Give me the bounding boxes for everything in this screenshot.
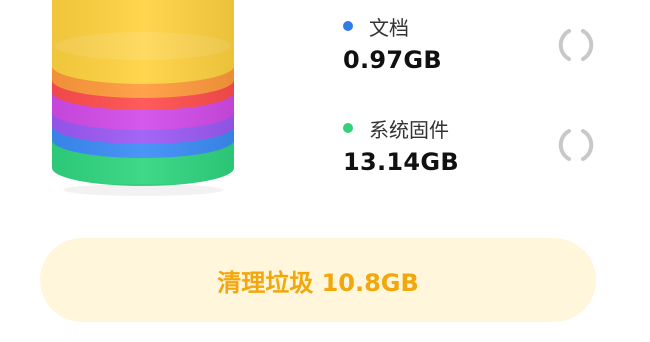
item-label: 系统固件 <box>369 117 449 142</box>
loading-spinner-icon <box>558 129 594 161</box>
storage-item-documents: 文档 0.97GB <box>343 12 442 74</box>
loading-spinner-icon <box>558 29 594 61</box>
legend-dot-blue <box>343 21 353 31</box>
item-size: 0.97GB <box>343 46 443 74</box>
legend-dot-green <box>343 123 353 133</box>
clean-junk-button[interactable]: 清理垃圾 10.8GB <box>40 238 596 322</box>
clean-junk-button-label: 清理垃圾 10.8GB <box>217 268 419 297</box>
item-label: 文档 <box>369 15 409 40</box>
item-size: 13.14GB <box>343 148 460 176</box>
storage-item-system-firmware: 系统固件 13.14GB <box>343 114 459 176</box>
storage-cylinder-graphic <box>52 0 234 196</box>
